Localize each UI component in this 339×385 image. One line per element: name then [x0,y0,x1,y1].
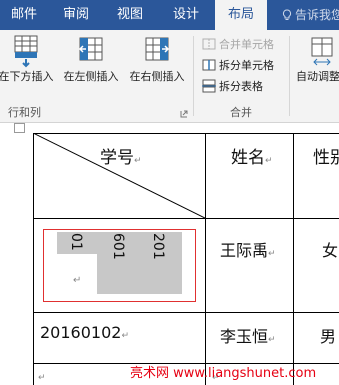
group-label-merge: 合并 [230,106,252,119]
document-area[interactable]: 学号↵ 姓名↵ 性别 201 601 01 ↵ 王际禹↵ 女 20160102↵… [0,123,339,385]
group-label-rows-columns: 行和列 [8,106,41,119]
table-move-handle[interactable] [14,123,25,133]
rotated-id-column-3: 01 [68,233,84,251]
split-table-icon [202,79,216,93]
insert-left-label: 在左侧插入 [63,70,119,83]
paragraph-mark: ↵ [38,373,46,383]
lightbulb-icon [282,9,292,20]
tab-design[interactable]: 设计 [162,0,210,30]
split-cells-label: 拆分单元格 [219,59,274,72]
row2-gender: 男 [320,327,337,346]
tab-layout[interactable]: 布局 [215,0,267,30]
insert-below-button[interactable]: 在下方插入 [0,34,56,84]
split-cells-button[interactable]: 拆分单元格 [202,57,274,75]
ribbon-panel: 在下方插入 在左侧插入 在右侧插入 行和列 合并单元格 拆分单元格 拆分表格 合… [0,30,339,123]
split-table-label: 拆分表格 [219,80,263,93]
merge-cells-label: 合并单元格 [219,38,274,51]
autofit-label: 自动调整 [296,70,339,83]
table-border [205,133,206,385]
autofit-icon [311,37,333,66]
table-border [293,133,294,385]
tell-me-search[interactable]: 告诉我您 [282,0,339,30]
tab-mailings[interactable]: 邮件 [0,0,48,30]
group-separator [193,36,194,116]
tab-review[interactable]: 审阅 [52,0,100,30]
insert-right-label: 在右侧插入 [129,70,185,83]
row1-gender: 女 [322,241,339,260]
header-gender: 性别 [313,148,339,168]
row2-name: 李玉恒↵ [220,327,276,346]
tab-view[interactable]: 视图 [106,0,154,30]
group-separator [289,36,290,116]
paragraph-mark: ↵ [73,275,82,286]
insert-right-button[interactable]: 在右侧插入 [126,34,188,84]
split-table-button[interactable]: 拆分表格 [202,78,263,96]
tell-me-text: 告诉我您 [295,8,339,22]
merge-cells-button[interactable]: 合并单元格 [202,36,274,54]
site-watermark: 亮术网 www.liangshunet.com [130,366,317,381]
rotated-id-column-1: 201 [150,233,166,260]
insert-below-icon [14,35,38,68]
header-name: 姓名↵ [231,148,273,168]
autofit-button[interactable]: 自动调整 [296,34,339,84]
row1-name: 王际禹↵ [220,241,276,260]
header-student-id: 学号↵ [100,148,142,168]
insert-left-icon [78,37,103,61]
merge-cells-icon [202,38,216,50]
dialog-launcher-icon[interactable] [180,110,188,118]
split-cells-icon [202,59,216,71]
rotated-id-column-2: 601 [110,233,126,260]
insert-right-icon [145,37,170,61]
row2-student-id: 20160102↵ [40,323,129,342]
text-selection-highlight [97,254,182,294]
insert-below-label: 在下方插入 [0,70,54,83]
insert-left-button[interactable]: 在左侧插入 [60,34,122,84]
ribbon-tab-bar: 邮件 审阅 视图 设计 布局 告诉我您 [0,0,339,30]
